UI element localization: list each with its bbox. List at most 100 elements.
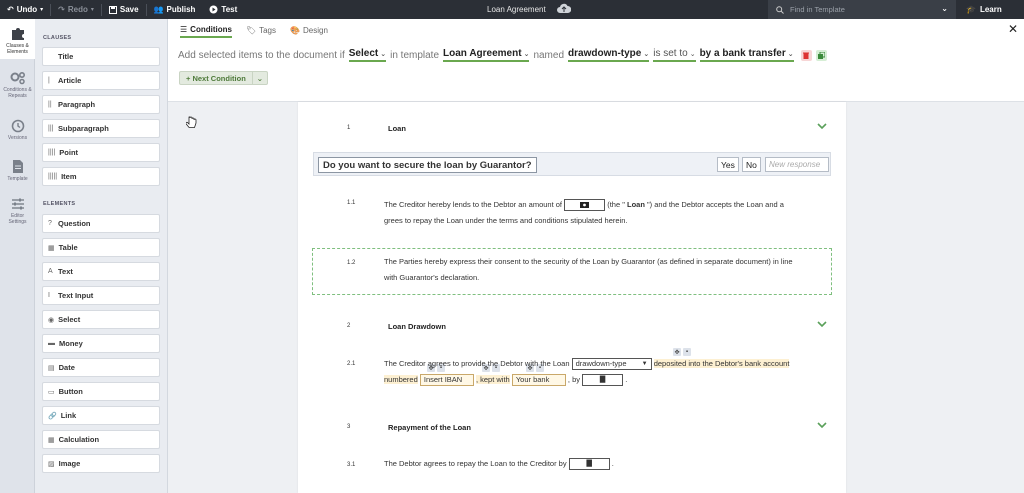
- palette-item-button[interactable]: ▭ Button: [42, 382, 160, 401]
- palette-item-image[interactable]: ▨ Image: [42, 454, 160, 473]
- close-icon: ✕: [1007, 22, 1018, 36]
- drawdown-type-select[interactable]: drawdown-type ▼: [571, 358, 652, 371]
- calendar-icon: ▇: [599, 376, 606, 384]
- chevron-down-icon[interactable]: [817, 321, 827, 328]
- palette-item-calculation[interactable]: ▦ Calculation: [42, 430, 160, 449]
- chevron-down-icon: ▾: [40, 7, 44, 13]
- clauses-heading: CLAUSES: [43, 35, 72, 41]
- select-dropdown[interactable]: Select ⌄: [348, 48, 387, 62]
- move-icon[interactable]: ✥: [673, 348, 681, 356]
- palette-item-date[interactable]: ▤ Date: [42, 358, 160, 377]
- chevron-down-icon[interactable]: [817, 422, 827, 429]
- paragraph-number: 3.1: [347, 462, 356, 468]
- field-dropdown[interactable]: drawdown-type ⌄: [568, 48, 650, 62]
- palette-item-article[interactable]: | Article: [42, 71, 160, 90]
- list-icon: ☰: [180, 25, 188, 34]
- history-icon: [11, 119, 24, 133]
- close-panel-button[interactable]: ✕: [1008, 22, 1018, 36]
- date-field[interactable]: ▇: [582, 374, 624, 387]
- section-number: 2: [347, 323, 351, 329]
- date-field[interactable]: ▇: [568, 458, 610, 471]
- chevron-down-icon: ⌄: [643, 50, 650, 58]
- palette-item-item[interactable]: ||||| Item: [42, 167, 160, 186]
- save-button[interactable]: Save: [102, 0, 146, 19]
- paragraph-number: 1.2: [347, 260, 356, 266]
- rail-item-conditions-repeats[interactable]: Conditions & Repeats: [0, 71, 35, 99]
- palette-item-text[interactable]: A Text: [42, 262, 160, 281]
- puzzle-icon: [11, 28, 24, 40]
- operator-dropdown[interactable]: is set to ⌄: [653, 48, 696, 62]
- cloud-upload-icon: [557, 3, 571, 13]
- palette-item-link[interactable]: 🔗 Link: [42, 406, 160, 425]
- text-icon: A: [48, 268, 53, 275]
- publish-button[interactable]: 👥 Publish: [147, 0, 203, 19]
- chevron-down-icon: ⌄: [380, 50, 387, 58]
- section-title: Repayment of the Loan: [388, 423, 471, 432]
- chevron-down-icon: ⌄: [523, 50, 530, 58]
- search-icon: [776, 5, 784, 14]
- tab-design[interactable]: 🎨 Design: [290, 25, 328, 38]
- clauses-elements-palette: CLAUSES Title | Article || Paragraph ||| Su…: [35, 19, 168, 493]
- left-icon-rail: Clauses & Elements Conditions & Repeats …: [0, 19, 35, 493]
- image-icon: ▨: [48, 460, 55, 468]
- file-icon: [12, 160, 23, 173]
- palette-item-paragraph[interactable]: || Paragraph: [42, 95, 160, 114]
- palette-item-point[interactable]: |||| Point: [42, 143, 160, 162]
- value-dropdown[interactable]: by a bank transfer ⌄: [699, 48, 794, 62]
- copy-icon: [817, 51, 825, 59]
- trash-icon: [803, 52, 810, 59]
- tab-conditions[interactable]: ☰ Conditions: [180, 25, 232, 38]
- delete-condition-button[interactable]: [800, 49, 812, 61]
- chevron-down-icon: ⌄: [787, 50, 794, 58]
- section-title: Loan: [388, 124, 406, 133]
- redo-button[interactable]: ↷ Redo ▾: [51, 0, 101, 19]
- save-icon: [108, 5, 117, 14]
- paragraph-2-1: The Creditor agrees to provide the Debto…: [384, 356, 830, 388]
- tab-tags[interactable]: 🏷 Tags: [246, 25, 276, 38]
- trash-icon[interactable]: ▪: [683, 348, 691, 356]
- conditions-panel: ☰ Conditions 🏷 Tags 🎨 Design ✕ Add selec…: [168, 19, 1024, 102]
- undo-button[interactable]: ↶ Undo ▾: [0, 0, 50, 19]
- new-response-input[interactable]: New response: [765, 157, 829, 172]
- chevron-down-icon[interactable]: [817, 123, 827, 130]
- chevron-down-icon[interactable]: ⌄: [251, 71, 267, 85]
- point-level-icon: ||||: [48, 149, 56, 156]
- section-number: 1: [347, 125, 351, 131]
- yes-response-button[interactable]: Yes: [717, 157, 739, 172]
- rail-item-editor-settings[interactable]: Editor Settings: [0, 197, 35, 225]
- learn-button[interactable]: 🎓 Learn: [966, 0, 1002, 19]
- test-button[interactable]: Test: [202, 0, 244, 19]
- palette-item-select[interactable]: ◉ Select: [42, 310, 160, 329]
- question-text[interactable]: Do you want to secure the loan by Guaran…: [318, 157, 537, 173]
- template-dropdown[interactable]: Loan Agreement ⌄: [443, 48, 530, 62]
- no-response-button[interactable]: No: [742, 157, 761, 172]
- money-field[interactable]: [564, 199, 606, 212]
- template-search[interactable]: Find in Template ⌄: [768, 0, 956, 19]
- palette-item-text-input[interactable]: I Text Input: [42, 286, 160, 305]
- item-level-icon: |||||: [48, 173, 58, 180]
- search-placeholder: Find in Template: [790, 5, 845, 14]
- iban-input[interactable]: Insert IBAN: [419, 374, 474, 387]
- palette-item-subparagraph[interactable]: ||| Subparagraph: [42, 119, 160, 138]
- paragraph-number: 2.1: [347, 361, 356, 367]
- redo-icon: ↷: [58, 5, 65, 14]
- rail-item-clauses-elements[interactable]: Clauses & Elements: [0, 19, 35, 59]
- palette-item-table[interactable]: ▦ Table: [42, 238, 160, 257]
- paragraph-1-2: The Parties hereby express their consent…: [384, 257, 793, 282]
- palette-item-question[interactable]: ? Question: [42, 214, 160, 233]
- paragraph-number: 1.1: [347, 200, 356, 206]
- document-page: 1 Loan Do you want to secure the loan by…: [298, 102, 846, 493]
- calendar-icon: ▤: [48, 364, 55, 372]
- tag-icon: 🏷: [245, 26, 257, 35]
- next-condition-button[interactable]: + Next Condition ⌄: [179, 71, 269, 85]
- select-icon: ◉: [48, 316, 55, 324]
- rail-item-versions[interactable]: Versions: [0, 119, 35, 141]
- sliders-icon: [11, 198, 24, 210]
- link-icon: 🔗: [48, 412, 57, 420]
- palette-item-money[interactable]: ▬ Money: [42, 334, 160, 353]
- duplicate-condition-button[interactable]: [815, 49, 827, 61]
- bank-input[interactable]: Your bank: [511, 374, 566, 387]
- button-icon: ▭: [48, 388, 55, 396]
- rail-item-template[interactable]: Template: [0, 159, 35, 182]
- palette-item-title[interactable]: Title: [42, 47, 160, 66]
